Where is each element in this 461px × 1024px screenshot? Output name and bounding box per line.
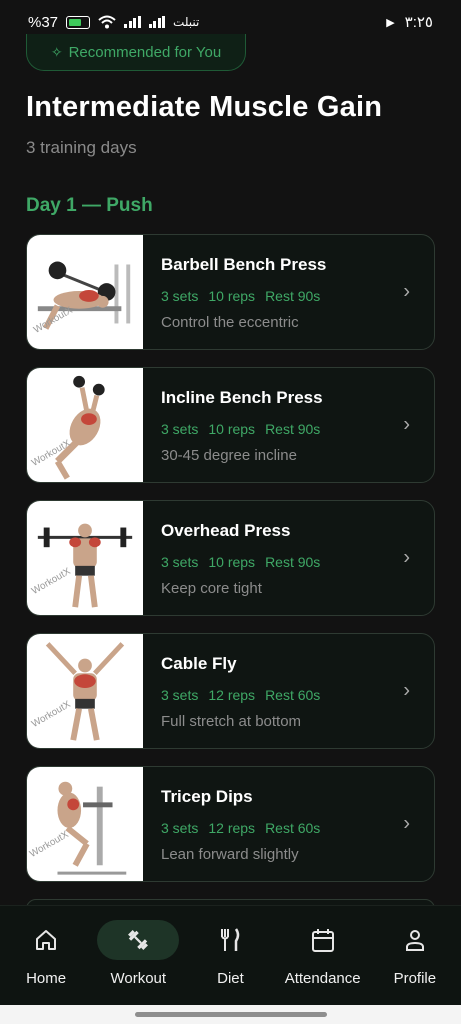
exercise-meta: 3 sets 10 reps Rest 90s (161, 288, 434, 304)
person-icon (403, 924, 427, 956)
svg-text:WorkoutX: WorkoutX (30, 699, 73, 730)
exercise-name: Tricep Dips (161, 787, 253, 806)
exercise-card[interactable]: WorkoutX Cable Fly 3 sets 12 reps Rest 6… (26, 633, 435, 749)
svg-text:WorkoutX: WorkoutX (28, 829, 71, 860)
nav-home[interactable]: Home (0, 906, 92, 987)
sparkle-icon: ✧ (50, 44, 63, 60)
exercise-note: Control the eccentric (161, 314, 299, 331)
exercise-meta: 3 sets 12 reps Rest 60s (161, 820, 434, 836)
signal-icon (124, 16, 141, 28)
recommended-label: Recommended for You (68, 44, 222, 61)
signal-icon-2 (148, 16, 166, 28)
fork-knife-icon (218, 924, 242, 956)
exercise-meta: 3 sets 10 reps Rest 90s (161, 421, 434, 437)
exercise-image: WorkoutX (27, 235, 143, 349)
status-right: ▶ ٣:٢٥ (386, 13, 433, 31)
battery-percent: %37 (28, 13, 59, 31)
exercise-name: Overhead Press (161, 521, 291, 540)
carrier-name: تنبلت (173, 15, 200, 29)
nav-label: Diet (217, 970, 244, 987)
gesture-bar[interactable] (0, 1005, 461, 1024)
exercise-name: Cable Fly (161, 654, 237, 673)
clock: ٣:٢٥ (404, 14, 433, 31)
exercise-card[interactable]: WorkoutX Barbell Bench Press 3 sets 10 r… (26, 234, 435, 350)
chevron-right-icon: › (403, 280, 410, 303)
rest-label: Rest 90s (265, 288, 321, 304)
sets-label: 3 sets (161, 288, 199, 304)
page-title: Intermediate Muscle Gain (26, 91, 383, 123)
wifi-icon (98, 15, 116, 29)
exercise-card[interactable]: WorkoutX Overhead Press 3 sets 10 reps R… (26, 500, 435, 616)
chevron-right-icon: › (403, 546, 410, 569)
reps-label: 12 reps (208, 687, 256, 703)
sets-label: 3 sets (161, 820, 199, 836)
battery-icon (66, 15, 91, 29)
dumbbell-icon (97, 920, 180, 960)
exercise-info: Cable Fly 3 sets 12 reps Rest 60s Full s… (143, 634, 434, 748)
rest-label: Rest 60s (265, 820, 321, 836)
reps-label: 10 reps (208, 421, 256, 437)
rest-label: Rest 90s (265, 421, 321, 437)
exercise-note: Full stretch at bottom (161, 713, 302, 730)
exercise-meta: 3 sets 10 reps Rest 90s (161, 554, 434, 570)
exercise-card[interactable]: WorkoutX Incline Bench Press 3 sets 10 r… (26, 367, 435, 483)
nav-diet[interactable]: Diet (184, 906, 276, 987)
nav-label: Attendance (284, 970, 361, 987)
exercise-meta: 3 sets 12 reps Rest 60s (161, 687, 434, 703)
sets-label: 3 sets (161, 687, 199, 703)
reps-label: 12 reps (208, 820, 256, 836)
exercise-note: 30-45 degree incline (161, 447, 297, 464)
exercise-note: Lean forward slightly (161, 846, 299, 863)
reps-label: 10 reps (208, 288, 256, 304)
chevron-right-icon: › (403, 413, 410, 436)
exercise-card[interactable]: WorkoutX Tricep Dips 3 sets 12 reps Rest… (26, 766, 435, 882)
play-icon: ▶ (386, 16, 395, 29)
exercise-list: WorkoutX Barbell Bench Press 3 sets 10 r… (26, 234, 435, 936)
nav-profile[interactable]: Profile (369, 906, 461, 987)
rest-label: Rest 60s (265, 687, 321, 703)
page-subtitle: 3 training days (26, 138, 137, 157)
chevron-right-icon: › (403, 812, 410, 835)
chevron-right-icon: › (403, 679, 410, 702)
nav-label: Home (26, 970, 67, 987)
exercise-image: WorkoutX (27, 767, 143, 881)
exercise-info: Tricep Dips 3 sets 12 reps Rest 60s Lean… (143, 767, 434, 881)
sets-label: 3 sets (161, 421, 199, 437)
svg-text:WorkoutX: WorkoutX (30, 566, 73, 597)
exercise-info: Barbell Bench Press 3 sets 10 reps Rest … (143, 235, 434, 349)
home-icon (34, 924, 58, 956)
day-heading: Day 1 — Push (26, 195, 153, 216)
nav-label: Profile (393, 970, 437, 987)
nav-attendance[interactable]: Attendance (277, 906, 369, 987)
reps-label: 10 reps (208, 554, 256, 570)
status-left: %37 تنبلت (28, 14, 199, 31)
exercise-info: Overhead Press 3 sets 10 reps Rest 90s K… (143, 501, 434, 615)
exercise-image: WorkoutX (27, 634, 143, 748)
bottom-nav: Home Workout Diet Attendance Profile (0, 905, 461, 1006)
recommended-badge[interactable]: ✧ Recommended for You (26, 34, 246, 71)
exercise-info: Incline Bench Press 3 sets 10 reps Rest … (143, 368, 434, 482)
exercise-name: Incline Bench Press (161, 388, 323, 407)
sets-label: 3 sets (161, 554, 199, 570)
nav-workout[interactable]: Workout (92, 906, 184, 987)
exercise-note: Keep core tight (161, 580, 262, 597)
calendar-icon (311, 924, 335, 956)
exercise-name: Barbell Bench Press (161, 255, 327, 274)
nav-label: Workout (110, 970, 167, 987)
rest-label: Rest 90s (265, 554, 321, 570)
exercise-image: WorkoutX (27, 368, 143, 482)
exercise-image: WorkoutX (27, 501, 143, 615)
